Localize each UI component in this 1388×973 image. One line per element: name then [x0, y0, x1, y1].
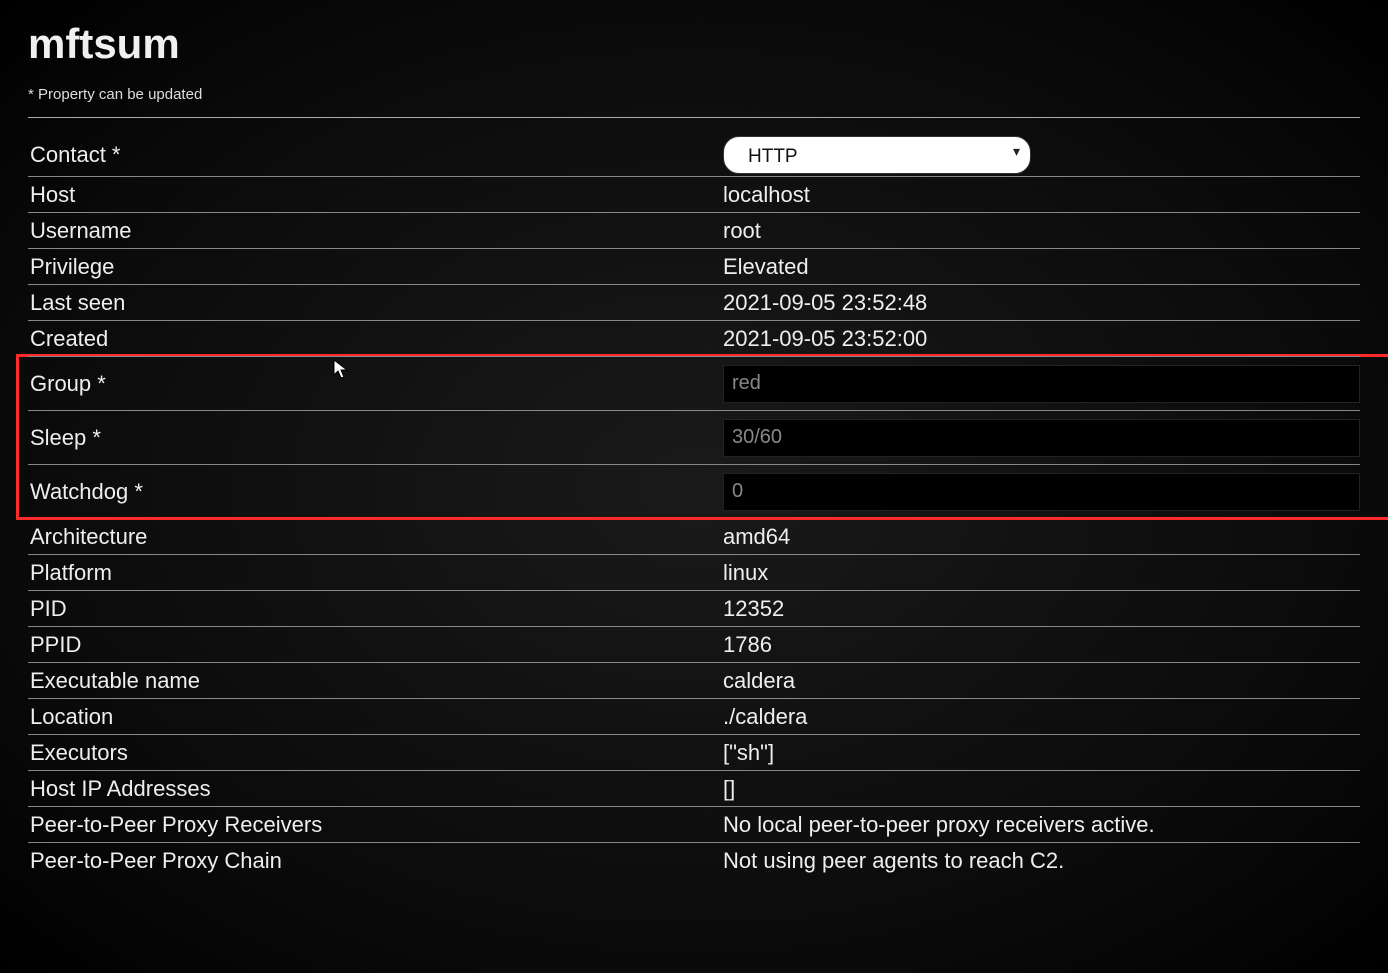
group-input[interactable]: [723, 365, 1360, 403]
row-host-ip-addresses: Host IP Addresses []: [28, 770, 1360, 806]
highlighted-group: Group * Sleep * Watchdog *: [28, 356, 1360, 518]
username-value: root: [723, 218, 1360, 244]
row-host: Host localhost: [28, 176, 1360, 212]
contact-value-cell: HTTP: [723, 136, 1360, 174]
last-seen-value: 2021-09-05 23:52:48: [723, 290, 1360, 316]
sleep-value-cell: [723, 419, 1360, 457]
p2p-chain-label: Peer-to-Peer Proxy Chain: [28, 848, 723, 874]
row-created: Created 2021-09-05 23:52:00: [28, 320, 1360, 356]
page-title: mftsum: [28, 20, 1360, 68]
host-label: Host: [28, 182, 723, 208]
location-label: Location: [28, 704, 723, 730]
row-platform: Platform linux: [28, 554, 1360, 590]
created-label: Created: [28, 326, 723, 352]
ppid-value: 1786: [723, 632, 1360, 658]
contact-select[interactable]: HTTP: [734, 137, 1020, 175]
architecture-label: Architecture: [28, 524, 723, 550]
location-value: ./caldera: [723, 704, 1360, 730]
row-privilege: Privilege Elevated: [28, 248, 1360, 284]
p2p-receivers-label: Peer-to-Peer Proxy Receivers: [28, 812, 723, 838]
p2p-receivers-value: No local peer-to-peer proxy receivers ac…: [723, 812, 1360, 838]
created-value: 2021-09-05 23:52:00: [723, 326, 1360, 352]
row-username: Username root: [28, 212, 1360, 248]
row-group: Group *: [28, 356, 1360, 410]
contact-label: Contact *: [28, 142, 723, 168]
group-label: Group *: [28, 371, 723, 397]
host-ips-label: Host IP Addresses: [28, 776, 723, 802]
last-seen-label: Last seen: [28, 290, 723, 316]
row-location: Location ./caldera: [28, 698, 1360, 734]
executors-value: ["sh"]: [723, 740, 1360, 766]
sleep-label: Sleep *: [28, 425, 723, 451]
sleep-input[interactable]: [723, 419, 1360, 457]
contact-select-wrap: HTTP: [723, 136, 1031, 174]
pid-value: 12352: [723, 596, 1360, 622]
properties-table: Contact * HTTP Host localhost Username r…: [28, 117, 1360, 878]
row-p2p-receivers: Peer-to-Peer Proxy Receivers No local pe…: [28, 806, 1360, 842]
host-value: localhost: [723, 182, 1360, 208]
ppid-label: PPID: [28, 632, 723, 658]
row-executors: Executors ["sh"]: [28, 734, 1360, 770]
row-pid: PID 12352: [28, 590, 1360, 626]
host-ips-value: []: [723, 776, 1360, 802]
watchdog-label: Watchdog *: [28, 479, 723, 505]
privilege-value: Elevated: [723, 254, 1360, 280]
row-last-seen: Last seen 2021-09-05 23:52:48: [28, 284, 1360, 320]
row-p2p-chain: Peer-to-Peer Proxy Chain Not using peer …: [28, 842, 1360, 878]
pid-label: PID: [28, 596, 723, 622]
privilege-label: Privilege: [28, 254, 723, 280]
executors-label: Executors: [28, 740, 723, 766]
executable-name-label: Executable name: [28, 668, 723, 694]
row-watchdog: Watchdog *: [28, 464, 1360, 518]
row-sleep: Sleep *: [28, 410, 1360, 464]
row-executable-name: Executable name caldera: [28, 662, 1360, 698]
watchdog-input[interactable]: [723, 473, 1360, 511]
subtitle-note: * Property can be updated: [28, 86, 1360, 103]
username-label: Username: [28, 218, 723, 244]
platform-value: linux: [723, 560, 1360, 586]
platform-label: Platform: [28, 560, 723, 586]
group-value-cell: [723, 365, 1360, 403]
row-architecture: Architecture amd64: [28, 518, 1360, 554]
row-contact: Contact * HTTP: [28, 117, 1360, 176]
watchdog-value-cell: [723, 473, 1360, 511]
architecture-value: amd64: [723, 524, 1360, 550]
executable-name-value: caldera: [723, 668, 1360, 694]
row-ppid: PPID 1786: [28, 626, 1360, 662]
p2p-chain-value: Not using peer agents to reach C2.: [723, 848, 1360, 874]
